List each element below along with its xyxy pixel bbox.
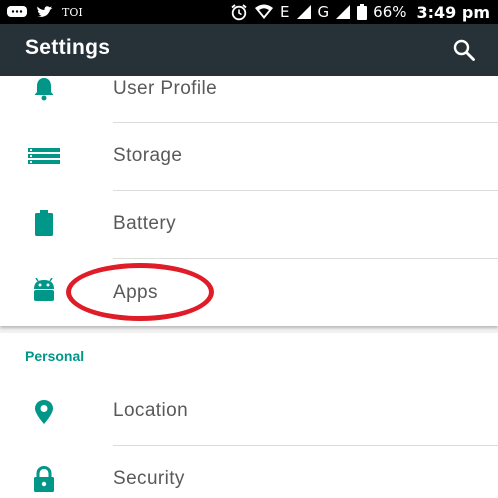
- battery-icon: [357, 4, 368, 20]
- settings-item-security[interactable]: Security: [0, 446, 498, 498]
- status-bar: TOI E G 66% 3:49 pm: [0, 0, 498, 24]
- network-type-e: E: [280, 3, 290, 21]
- settings-item-user-profile[interactable]: User Profile: [0, 76, 498, 123]
- carrier-text: TOI: [62, 5, 83, 19]
- settings-item-label: Security: [113, 468, 185, 489]
- settings-item-label: Storage: [113, 145, 183, 166]
- page-title: Settings: [25, 36, 111, 59]
- settings-item-storage[interactable]: Storage: [0, 123, 498, 190]
- battery-percent: 66%: [373, 3, 407, 21]
- location-icon: [28, 396, 60, 428]
- settings-item-location[interactable]: Location: [0, 378, 498, 445]
- settings-item-label: Location: [113, 400, 189, 421]
- settings-item-apps[interactable]: Apps: [0, 259, 498, 326]
- settings-item-label: Apps: [113, 282, 158, 303]
- personal-settings-card: Personal Location Security: [0, 333, 498, 498]
- settings-item-label: User Profile: [113, 78, 218, 99]
- wifi-icon: [254, 4, 274, 20]
- android-icon: [28, 275, 60, 307]
- device-settings-card: User Profile Storage Battery Apps: [0, 76, 498, 326]
- bell-icon: [28, 76, 60, 105]
- twitter-icon: [36, 5, 54, 19]
- section-header-personal: Personal: [25, 348, 85, 364]
- signal-icon-2: [335, 4, 351, 20]
- network-type-g: G: [317, 3, 330, 21]
- alarm-icon: [230, 3, 248, 21]
- clock: 3:49 pm: [416, 2, 491, 22]
- settings-item-label: Battery: [113, 213, 176, 234]
- signal-icon: [296, 4, 312, 20]
- settings-item-battery[interactable]: Battery: [0, 191, 498, 258]
- lock-icon: [28, 463, 60, 495]
- message-icon: [6, 5, 28, 19]
- search-icon[interactable]: [452, 38, 476, 62]
- battery-icon: [28, 207, 60, 239]
- storage-icon: [28, 140, 60, 172]
- app-toolbar: Settings: [0, 24, 498, 76]
